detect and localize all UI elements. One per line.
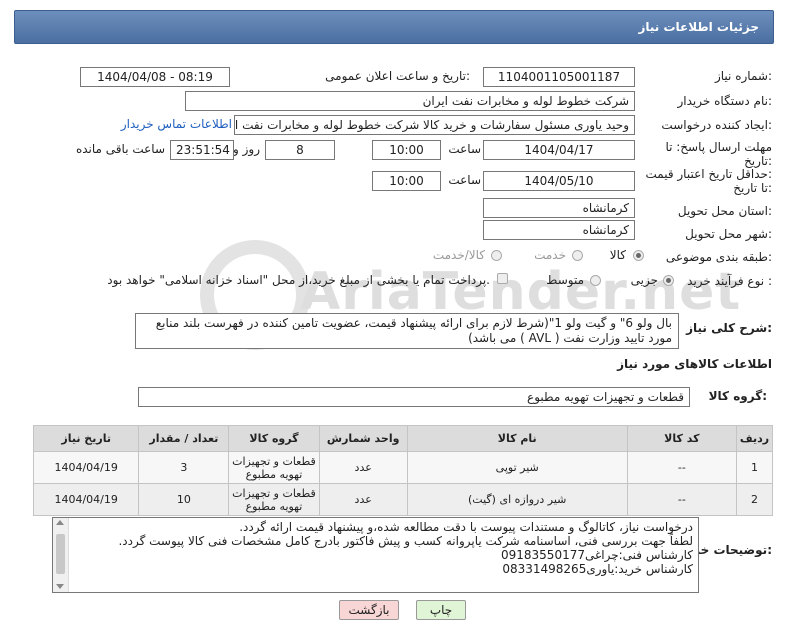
days-remaining-field: 8: [265, 140, 335, 160]
deadline-time-label: ساعت: [448, 142, 481, 156]
description-label: شرح کلی نیاز:: [686, 321, 772, 335]
province-field: کرمانشاه: [483, 198, 635, 218]
scroll-thumb[interactable]: [56, 534, 65, 574]
print-button[interactable]: چاپ: [416, 600, 466, 620]
table-row: 1404/04/19 3 قطعات و تجهیزات تهویه مطبوع…: [32, 451, 773, 484]
cell-code: --: [626, 483, 738, 516]
validity-date-field: 1404/05/10: [483, 171, 635, 191]
col-row-index: ردیف: [736, 425, 773, 452]
cell-unit: عدد: [318, 483, 408, 516]
col-goods-code: کد کالا: [626, 425, 738, 452]
time-remaining-label: ساعت باقی مانده: [75, 142, 165, 156]
creator-field: وحید یاوری مسئول سفارشات و خرید کالا شرک…: [234, 115, 635, 135]
province-label: استان محل تحویل:: [677, 204, 772, 218]
need-number-label: شماره نیاز:: [714, 69, 772, 83]
cell-qty: 3: [138, 451, 230, 484]
goods-info-title: اطلاعات کالاهای مورد نیاز: [617, 357, 772, 371]
cell-name: شیر توپی: [406, 451, 628, 484]
cell-group: قطعات و تجهیزات تهویه مطبوع: [228, 483, 320, 516]
creator-label: ایجاد کننده درخواست:: [661, 118, 772, 132]
table-row: 1404/04/19 10 قطعات و تجهیزات تهویه مطبو…: [32, 483, 773, 516]
col-need-date: تاریخ نیاز: [32, 425, 140, 452]
col-goods-name: نام کالا: [406, 425, 628, 452]
treasury-payment-checkbox[interactable]: [497, 273, 508, 284]
announce-label: تاریخ و ساعت اعلان عمومی:: [325, 69, 470, 83]
goods-table: تاریخ نیاز تعداد / مقدار گروه کالا واحد …: [32, 425, 773, 516]
validity-label: حداقل تاریخ اعتبار قیمت:: [645, 167, 772, 181]
cell-date: 1404/04/19: [32, 451, 140, 484]
process-minor-radio[interactable]: [663, 275, 674, 286]
process-minor-label: جزیی: [630, 273, 658, 287]
category-goods-radio[interactable]: [633, 250, 644, 261]
back-button[interactable]: بازگشت: [339, 600, 399, 620]
cell-date: 1404/04/19: [32, 483, 140, 516]
process-medium-radio[interactable]: [590, 275, 601, 286]
scroll-down-icon[interactable]: [56, 584, 64, 589]
goods-group-field: قطعات و تجهیزات تهویه مطبوع: [138, 387, 690, 407]
deadline-date-field: 1404/04/17: [483, 140, 635, 160]
validity-time-field: 10:00: [372, 171, 441, 191]
notes-scrollbar[interactable]: [53, 518, 69, 592]
process-label: نوع فرآیند خرید :: [687, 274, 772, 288]
category-goods-label: کالا: [609, 248, 626, 262]
note-line: درخواست نیاز، کاتالوگ و مستندات پیوست با…: [239, 520, 693, 534]
deadline-label: مهلت ارسال پاسخ: تا: [665, 140, 772, 154]
deadline-time-field: 10:00: [372, 140, 441, 160]
buyer-label: نام دستگاه خریدار:: [677, 94, 773, 108]
cell-qty: 10: [138, 483, 230, 516]
col-unit: واحد شمارش: [318, 425, 408, 452]
process-medium-label: متوسط: [546, 273, 584, 287]
category-service-label: خدمت: [534, 248, 566, 262]
category-both-label: کالا/خدمت: [432, 248, 485, 262]
col-goods-group: گروه کالا: [228, 425, 320, 452]
announce-field: 1404/04/08 - 08:19: [80, 67, 230, 87]
validity-label-date: تا تاریخ:: [733, 181, 772, 195]
cell-unit: عدد: [318, 451, 408, 484]
city-field: کرمانشاه: [483, 220, 635, 240]
cell-index: 2: [736, 483, 773, 516]
time-remaining-field: 23:51:54: [170, 140, 234, 160]
validity-time-label: ساعت: [448, 173, 481, 187]
note-line: کارشناس فنی:چراغی09183550177: [501, 548, 693, 562]
treasury-payment-note: پرداخت تمام یا بخشی از مبلغ خرید،از محل …: [107, 273, 490, 287]
col-quantity: تعداد / مقدار: [138, 425, 230, 452]
scroll-up-icon[interactable]: [56, 520, 64, 525]
cell-name: شیر دروازه ای (گیت): [406, 483, 628, 516]
cell-index: 1: [736, 451, 773, 484]
buyer-contact-link[interactable]: اطلاعات تماس خریدار: [121, 117, 232, 131]
category-both-radio[interactable]: [491, 250, 502, 261]
table-header-row: تاریخ نیاز تعداد / مقدار گروه کالا واحد …: [32, 425, 773, 452]
buyer-field: شرکت خطوط لوله و مخابرات نفت ایران: [185, 91, 635, 111]
need-number-field: 1104001105001187: [483, 67, 635, 87]
days-label: روز و: [233, 142, 260, 156]
goods-group-label: گروه کالا:: [708, 389, 767, 403]
buyer-notes-textarea[interactable]: درخواست نیاز، کاتالوگ و مستندات پیوست با…: [52, 517, 699, 593]
city-label: شهر محل تحویل:: [685, 227, 772, 241]
description-textarea[interactable]: بال ولو 6" و گیت ولو 1"(شرط لازم برای ار…: [135, 313, 679, 349]
category-label: طبقه بندی موضوعی:: [665, 250, 772, 264]
deadline-label-date: تاریخ:: [744, 154, 772, 168]
cell-code: --: [626, 451, 738, 484]
note-line: لطفاً جهت بررسی فنی، اساسنامه شرکت یاپرو…: [118, 534, 693, 548]
page-header: جزئیات اطلاعات نیاز: [14, 10, 774, 44]
category-service-radio[interactable]: [572, 250, 583, 261]
note-line: کارشناس خرید:یاوری08331498265: [502, 562, 693, 576]
cell-group: قطعات و تجهیزات تهویه مطبوع: [228, 451, 320, 484]
